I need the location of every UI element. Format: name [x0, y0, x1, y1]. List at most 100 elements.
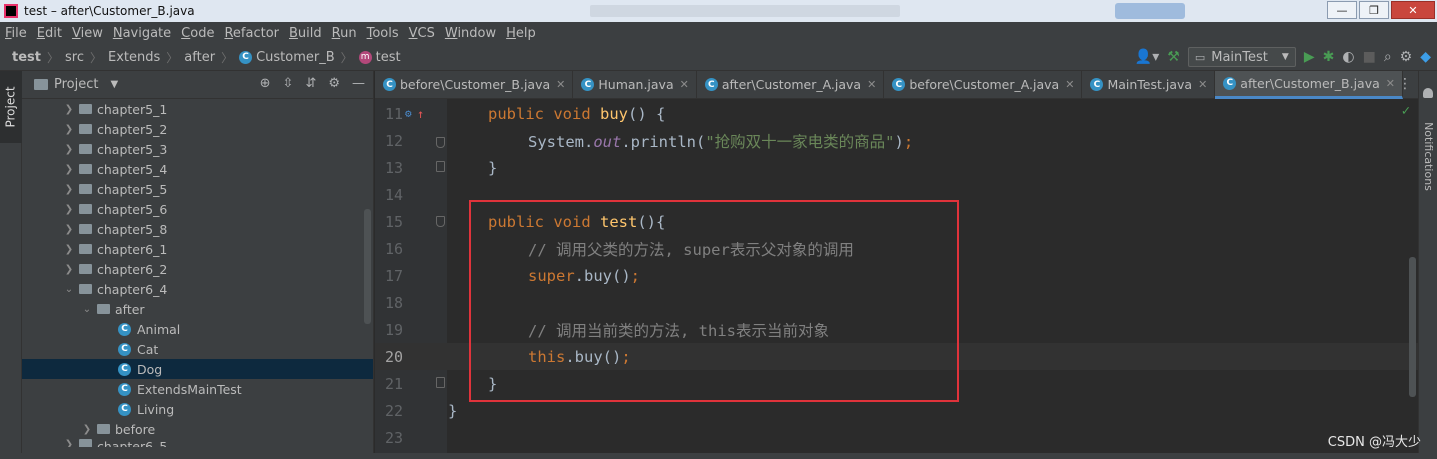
menu-build[interactable]: Build — [284, 26, 327, 41]
tree-item-chapter5_4[interactable]: ❯ chapter5_4 — [22, 159, 373, 179]
menu-vcs[interactable]: VCS — [404, 26, 440, 41]
close-icon[interactable]: ✕ — [1065, 78, 1074, 91]
menu-tools[interactable]: Tools — [362, 26, 404, 41]
tree-item-chapter6_5[interactable]: ❯ chapter6_5 — [22, 439, 373, 447]
breadcrumb-project[interactable]: test — [12, 50, 41, 65]
tab-before-customer-b[interactable]: Cbefore\Customer_B.java ✕ — [375, 70, 574, 99]
chevron-right-icon[interactable]: ❯ — [62, 104, 76, 115]
chevron-right-icon[interactable]: ❯ — [62, 164, 76, 175]
tree-item-before[interactable]: ❯ before — [22, 419, 373, 439]
breadcrumb-after[interactable]: after — [184, 50, 215, 65]
code-editor[interactable]: 11 ⚙ ↑ public void buy() { 12 System.out… — [375, 99, 1418, 453]
project-tool-tab[interactable]: Project — [0, 71, 22, 143]
user-icon[interactable]: 👤▾ — [1135, 49, 1159, 65]
tab-before-customer-a[interactable]: Cbefore\Customer_A.java ✕ — [884, 70, 1083, 99]
override-arrow-icon[interactable]: ↑ — [417, 107, 424, 121]
chevron-right-icon[interactable]: ❯ — [62, 124, 76, 135]
fold-marker-icon[interactable] — [436, 377, 445, 388]
close-icon[interactable]: ✕ — [867, 78, 876, 91]
gear-icon[interactable]: ⚙ — [328, 76, 340, 91]
tree-item-chapter5_5[interactable]: ❯ chapter5_5 — [22, 179, 373, 199]
breadcrumb-extends[interactable]: Extends — [108, 50, 160, 65]
stop-icon[interactable]: ■ — [1363, 49, 1376, 65]
close-icon[interactable]: ✕ — [680, 78, 689, 91]
menu-window[interactable]: Window — [440, 26, 501, 41]
gear-icon[interactable]: ⚙ — [1400, 49, 1413, 65]
menu-refactor[interactable]: Refactor — [219, 26, 284, 41]
chevron-right-icon[interactable]: ❯ — [62, 184, 76, 195]
collapse-all-icon[interactable]: ⇵ — [305, 76, 316, 91]
jetbrains-toolbox-icon[interactable]: ◆ — [1420, 49, 1431, 65]
tree-item-extendsmaintest[interactable]: C ExtendsMainTest — [22, 379, 373, 399]
breadcrumb-class[interactable]: C Customer_B — [239, 50, 335, 65]
method-icon: m — [358, 50, 372, 64]
tree-item-cat[interactable]: C Cat — [22, 339, 373, 359]
build-hammer-icon[interactable]: ⚒ — [1167, 49, 1180, 65]
bell-icon[interactable] — [1423, 88, 1433, 98]
fold-marker-icon[interactable] — [436, 216, 445, 227]
tab-after-customer-b[interactable]: Cafter\Customer_B.java ✕ — [1215, 70, 1403, 99]
tree-item-living[interactable]: C Living — [22, 399, 373, 419]
menu-code[interactable]: Code — [176, 26, 219, 41]
tree-item-chapter5_1[interactable]: ❯ chapter5_1 — [22, 99, 373, 119]
debug-icon[interactable]: ✱ — [1323, 49, 1335, 65]
close-icon[interactable]: ✕ — [1198, 78, 1207, 91]
search-icon[interactable]: ⌕ — [1384, 49, 1392, 65]
chevron-right-icon[interactable]: ❯ — [62, 204, 76, 215]
chevron-down-icon[interactable]: ▼ — [110, 79, 118, 90]
tree-item-chapter6_2[interactable]: ❯ chapter6_2 — [22, 259, 373, 279]
close-icon[interactable]: ✕ — [1386, 77, 1395, 90]
breadcrumb-src[interactable]: src — [65, 50, 84, 65]
locate-target-icon[interactable]: ⊕ — [260, 76, 271, 91]
tab-after-customer-a[interactable]: Cafter\Customer_A.java ✕ — [697, 70, 885, 99]
tree-item-chapter5_2[interactable]: ❯ chapter5_2 — [22, 119, 373, 139]
menu-navigate[interactable]: Navigate — [108, 26, 176, 41]
tab-maintest[interactable]: C MainTest.java ✕ — [1082, 70, 1216, 99]
chevron-right-icon[interactable]: ❯ — [62, 264, 76, 275]
chevron-right-icon[interactable]: ❯ — [62, 224, 76, 235]
menu-edit[interactable]: Edit — [32, 26, 67, 41]
line-number: 12 — [384, 131, 403, 150]
line-number: 22 — [384, 401, 403, 420]
tab-human[interactable]: C Human.java ✕ — [573, 70, 697, 99]
project-view-select[interactable]: Project — [54, 77, 98, 92]
tree-item-animal[interactable]: C Animal — [22, 319, 373, 339]
runnable-class-icon: C — [1090, 78, 1104, 91]
chevron-right-icon[interactable]: ❯ — [62, 144, 76, 155]
fold-marker-icon[interactable] — [436, 161, 445, 172]
run-icon[interactable]: ▶ — [1304, 49, 1315, 65]
notifications-tool-tab[interactable]: Notifications — [1419, 101, 1437, 211]
chevron-down-icon[interactable]: ⌄ — [62, 284, 76, 295]
menu-help[interactable]: Help — [501, 26, 541, 41]
menu-view[interactable]: View — [67, 26, 108, 41]
tree-item-chapter6_1[interactable]: ❯ chapter6_1 — [22, 239, 373, 259]
coverage-icon[interactable]: ◐ — [1342, 49, 1354, 65]
tree-item-chapter5_8[interactable]: ❯ chapter5_8 — [22, 219, 373, 239]
expand-all-icon[interactable]: ⇳ — [283, 76, 294, 91]
override-marker-icon[interactable]: ⚙ — [405, 107, 412, 120]
chevron-right-icon[interactable]: ❯ — [80, 424, 94, 435]
menu-run[interactable]: Run — [327, 26, 362, 41]
tree-item-chapter6_4[interactable]: ⌄ chapter6_4 — [22, 279, 373, 299]
maximize-button[interactable]: ❐ — [1359, 1, 1389, 19]
minimize-button[interactable]: — — [1327, 1, 1357, 19]
project-scrollbar[interactable] — [364, 209, 371, 324]
chevron-right-icon[interactable]: ❯ — [62, 244, 76, 255]
breadcrumb-method[interactable]: m test — [358, 50, 401, 65]
hide-icon[interactable]: — — [352, 76, 365, 91]
chevron-right-icon[interactable]: ❯ — [62, 439, 76, 447]
more-tabs-icon[interactable]: ⋮ — [1398, 76, 1412, 92]
tree-item-chapter5_6[interactable]: ❯ chapter5_6 — [22, 199, 373, 219]
close-button[interactable]: ✕ — [1391, 1, 1435, 19]
editor-scrollbar[interactable] — [1409, 257, 1416, 397]
inspection-ok-check-icon[interactable]: ✓ — [1402, 103, 1410, 119]
tree-item-chapter5_3[interactable]: ❯ chapter5_3 — [22, 139, 373, 159]
chevron-down-icon[interactable]: ⌄ — [80, 304, 94, 315]
package-folder-icon — [79, 184, 92, 194]
tree-item-dog[interactable]: C Dog — [22, 359, 373, 379]
close-icon[interactable]: ✕ — [556, 78, 565, 91]
menu-file[interactable]: File — [0, 26, 32, 41]
run-configuration-select[interactable]: ▭ MainTest ▼ — [1187, 47, 1296, 67]
fold-marker-icon[interactable] — [436, 137, 445, 148]
tree-item-after[interactable]: ⌄ after — [22, 299, 373, 319]
